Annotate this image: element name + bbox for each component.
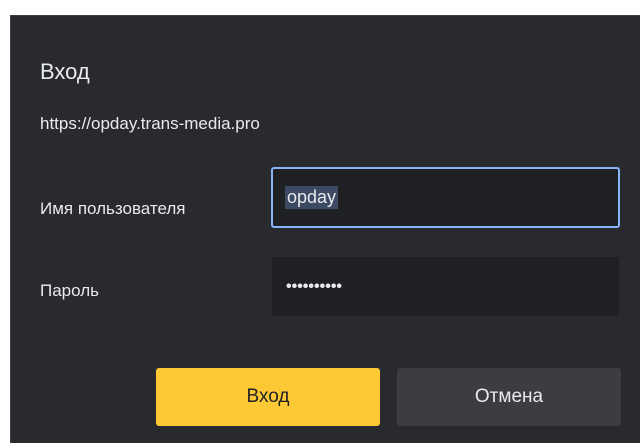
- site-origin: https://opday.trans-media.pro: [40, 114, 260, 133]
- password-value: ••••••••••: [286, 277, 343, 295]
- password-label: Пароль: [40, 281, 99, 300]
- login-button[interactable]: Вход: [156, 368, 380, 426]
- cancel-button[interactable]: Отмена: [397, 368, 621, 426]
- dialog-title: Вход: [40, 59, 90, 84]
- username-label: Имя пользователя: [40, 199, 186, 218]
- username-value: opday: [285, 186, 339, 209]
- login-dialog: Вход https://opday.trans-media.pro Имя п…: [10, 15, 640, 443]
- password-input[interactable]: ••••••••••: [271, 256, 620, 317]
- username-input[interactable]: opday: [271, 167, 620, 228]
